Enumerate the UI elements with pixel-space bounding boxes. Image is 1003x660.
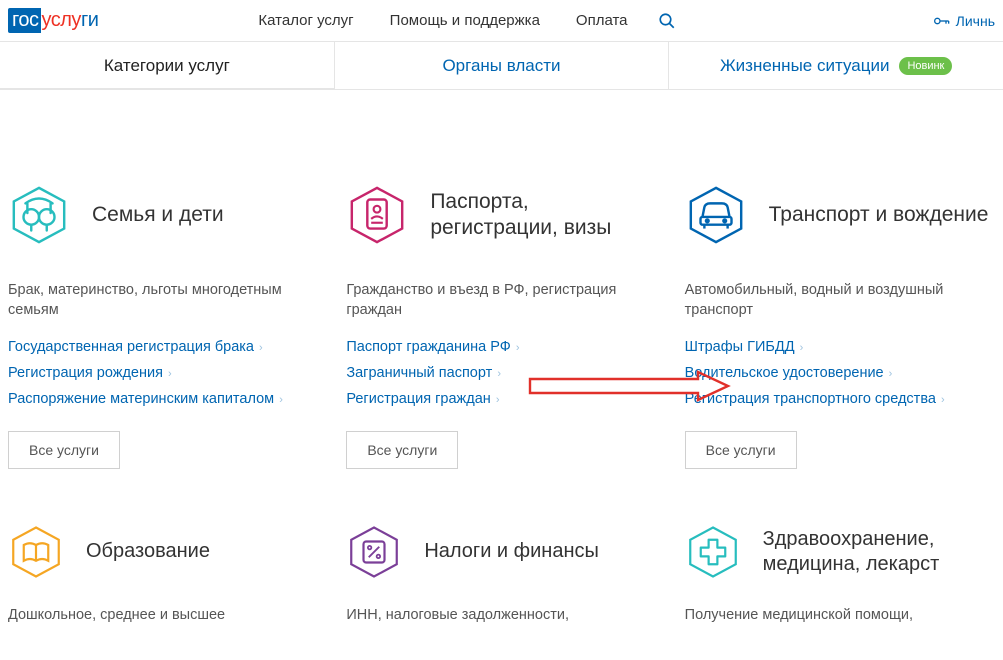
category-taxes-desc: ИНН, налоговые задолженности, (346, 605, 656, 625)
logo-part-1: гос (8, 8, 41, 33)
all-services-button[interactable]: Все услуги (8, 431, 120, 469)
car-icon (685, 184, 747, 246)
chevron-right-icon: › (256, 342, 263, 354)
chevron-right-icon: › (493, 394, 500, 406)
all-services-button[interactable]: Все услуги (346, 431, 458, 469)
link-gibdd-fines[interactable]: Штрафы ГИБДД › (685, 339, 995, 355)
category-transport: Транспорт и вождение Автомобильный, водн… (685, 180, 995, 469)
category-transport-title[interactable]: Транспорт и вождение (769, 202, 989, 228)
category-transport-desc: Автомобильный, водный и воздушный трансп… (685, 280, 995, 321)
category-passports-title[interactable]: Паспорта, регистрации, визы (430, 189, 656, 242)
tab-authorities-label: Органы власти (442, 56, 560, 76)
category-education: Образование Дошкольное, среднее и высшее (8, 521, 318, 643)
tab-categories-label: Категории услуг (104, 56, 230, 76)
link-citizen-registration[interactable]: Регистрация граждан › (346, 391, 656, 407)
category-health-title[interactable]: Здравоохранение, медицина, лекарст (763, 527, 995, 577)
logo-part-2: услу (41, 9, 80, 32)
tab-life-situations[interactable]: Жизненные ситуации Новинк (669, 42, 1003, 89)
chevron-right-icon: › (938, 394, 945, 406)
categories-row-2: Образование Дошкольное, среднее и высшее… (0, 469, 1003, 643)
category-passports: Паспорта, регистрации, визы Гражданство … (346, 180, 656, 469)
passport-icon (346, 184, 408, 246)
category-family-desc: Брак, материнство, льготы многодетным се… (8, 280, 318, 321)
chevron-right-icon: › (886, 368, 893, 380)
key-icon (934, 16, 950, 26)
category-tabs: Категории услуг Органы власти Жизненные … (0, 42, 1003, 90)
link-vehicle-registration[interactable]: Регистрация транспортного средства › (685, 391, 995, 407)
category-education-title[interactable]: Образование (86, 539, 210, 564)
book-icon (8, 524, 64, 580)
link-birth-registration[interactable]: Регистрация рождения › (8, 365, 318, 381)
category-passports-desc: Гражданство и въезд в РФ, регистрация гр… (346, 280, 656, 321)
category-health: Здравоохранение, медицина, лекарст Получ… (685, 521, 995, 643)
chevron-right-icon: › (513, 342, 520, 354)
category-family: Семья и дети Брак, материнство, льготы м… (8, 180, 318, 469)
chevron-right-icon: › (494, 368, 501, 380)
link-driver-license[interactable]: Водительское удостоверение › (685, 365, 995, 381)
login-link[interactable]: Личнь (934, 13, 995, 29)
nav-pay[interactable]: Оплата (576, 12, 628, 29)
categories-row-1: Семья и дети Брак, материнство, льготы м… (0, 90, 1003, 469)
family-icon (8, 184, 70, 246)
percent-icon (346, 524, 402, 580)
category-family-title[interactable]: Семья и дети (92, 202, 224, 228)
top-nav: Каталог услуг Помощь и поддержка Оплата (258, 12, 627, 29)
search-icon[interactable] (658, 12, 676, 30)
tab-authorities[interactable]: Органы власти (335, 42, 669, 89)
chevron-right-icon: › (165, 368, 172, 380)
chevron-right-icon: › (797, 342, 804, 354)
nav-catalog[interactable]: Каталог услуг (258, 12, 353, 29)
link-marriage-registration[interactable]: Государственная регистрация брака › (8, 339, 318, 355)
login-label: Личнь (956, 13, 995, 29)
category-health-desc: Получение медицинской помощи, (685, 605, 995, 625)
category-education-desc: Дошкольное, среднее и высшее (8, 605, 318, 625)
category-taxes: Налоги и финансы ИНН, налоговые задолжен… (346, 521, 656, 643)
link-maternity-capital[interactable]: Распоряжение материнским капиталом › (8, 391, 318, 407)
logo-part-3: ги (81, 9, 98, 32)
logo[interactable]: госуслуги (8, 8, 98, 33)
nav-help[interactable]: Помощь и поддержка (390, 12, 540, 29)
link-rf-passport[interactable]: Паспорт гражданина РФ › (346, 339, 656, 355)
tab-life-situations-label: Жизненные ситуации (720, 56, 889, 76)
new-badge: Новинк (899, 57, 952, 75)
chevron-right-icon: › (276, 394, 283, 406)
category-taxes-title[interactable]: Налоги и финансы (424, 539, 599, 564)
tab-categories[interactable]: Категории услуг (0, 42, 334, 89)
link-foreign-passport[interactable]: Заграничный паспорт › (346, 365, 656, 381)
all-services-button[interactable]: Все услуги (685, 431, 797, 469)
medical-cross-icon (685, 524, 741, 580)
top-header: госуслуги Каталог услуг Помощь и поддерж… (0, 0, 1003, 42)
